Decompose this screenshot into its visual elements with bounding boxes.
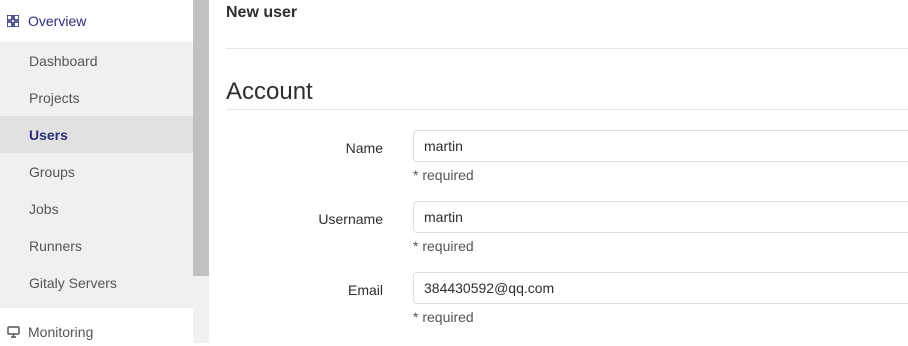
sidebar-item-projects[interactable]: Projects: [0, 79, 193, 116]
sidebar-item-overview-label: Overview: [28, 13, 87, 29]
page-title: New user: [226, 4, 298, 21]
sidebar-item-monitoring[interactable]: Monitoring: [0, 318, 193, 346]
grid-icon: [6, 14, 20, 28]
sidebar-item-gitaly-servers[interactable]: Gitaly Servers: [0, 264, 193, 301]
divider: [226, 109, 908, 110]
sidebar-item-label: Gitaly Servers: [29, 274, 117, 291]
email-label: Email: [347, 282, 383, 298]
username-required-hint: * required: [413, 238, 474, 254]
email-required-hint: * required: [413, 309, 474, 325]
sidebar-item-jobs[interactable]: Jobs: [0, 190, 193, 227]
name-field[interactable]: [413, 130, 908, 162]
sidebar-item-label: Jobs: [29, 200, 59, 217]
sidebar-item-label: Runners: [29, 237, 82, 254]
sidebar-item-label: Groups: [29, 163, 75, 180]
monitor-icon: [6, 325, 20, 339]
divider: [226, 48, 908, 49]
name-required-hint: * required: [413, 167, 474, 183]
username-field[interactable]: [413, 201, 908, 233]
name-label: Name: [345, 140, 383, 156]
sidebar-item-label: Users: [29, 126, 68, 143]
section-title: Account: [226, 78, 313, 105]
sidebar-item-label: Projects: [29, 89, 80, 106]
sidebar-item-groups[interactable]: Groups: [0, 153, 193, 190]
sidebar-item-label: Dashboard: [29, 52, 98, 69]
sidebar: Overview Dashboard Projects Users Groups…: [0, 0, 193, 343]
email-field[interactable]: [413, 272, 908, 304]
sidebar-item-dashboard[interactable]: Dashboard: [0, 42, 193, 79]
sidebar-item-overview[interactable]: Overview: [0, 0, 193, 42]
sidebar-item-users[interactable]: Users: [0, 116, 193, 153]
username-label: Username: [318, 211, 383, 227]
sidebar-scrollbar-thumb[interactable]: [193, 0, 209, 276]
sidebar-item-runners[interactable]: Runners: [0, 227, 193, 264]
sidebar-item-monitoring-label: Monitoring: [28, 324, 94, 340]
